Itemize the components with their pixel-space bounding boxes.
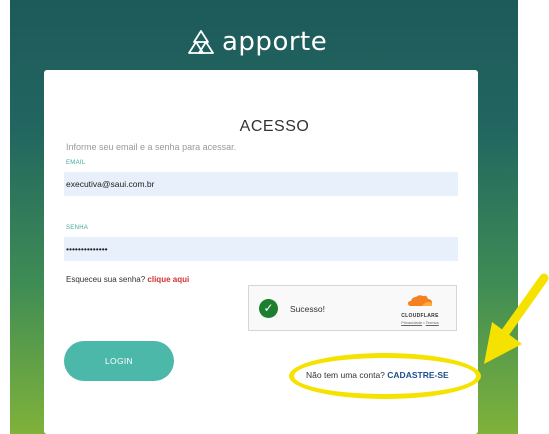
cloudflare-captcha[interactable]: ✓ Sucesso! CLOUDFLARE Privacidade • Term…	[248, 285, 457, 331]
privacy-link[interactable]: Privacidade	[401, 320, 422, 325]
login-button[interactable]: LOGIN	[64, 341, 174, 381]
cloudflare-cloud-icon	[408, 295, 432, 306]
brand-name: apporte	[222, 27, 328, 57]
captcha-status: Sucesso!	[290, 304, 325, 314]
forgot-password-link[interactable]: clique aqui	[147, 275, 189, 284]
brand-logo: apporte	[188, 26, 327, 58]
email-field[interactable]	[64, 172, 458, 196]
forgot-password: Esqueceu sua senha? clique aqui	[66, 275, 189, 284]
highlight-arrow-icon	[484, 273, 549, 364]
email-label: EMAIL	[66, 160, 86, 166]
highlight-ellipse	[289, 353, 481, 399]
login-subtitle: Informe seu email e a senha para acessar…	[66, 142, 237, 152]
terms-link[interactable]: Termos	[426, 320, 439, 325]
cloudflare-links: Privacidade • Termos	[394, 320, 446, 325]
password-label: SENHA	[66, 225, 89, 231]
cloudflare-branding: CLOUDFLARE Privacidade • Termos	[394, 294, 446, 325]
triangles-logo-icon	[188, 30, 214, 54]
checkmark-icon: ✓	[259, 299, 278, 318]
page-title: ACESSO	[239, 118, 310, 135]
link-separator: •	[423, 320, 425, 325]
forgot-password-text: Esqueceu sua senha?	[66, 275, 146, 284]
password-field[interactable]	[64, 237, 458, 261]
cloudflare-wordmark: CLOUDFLARE	[401, 313, 439, 319]
